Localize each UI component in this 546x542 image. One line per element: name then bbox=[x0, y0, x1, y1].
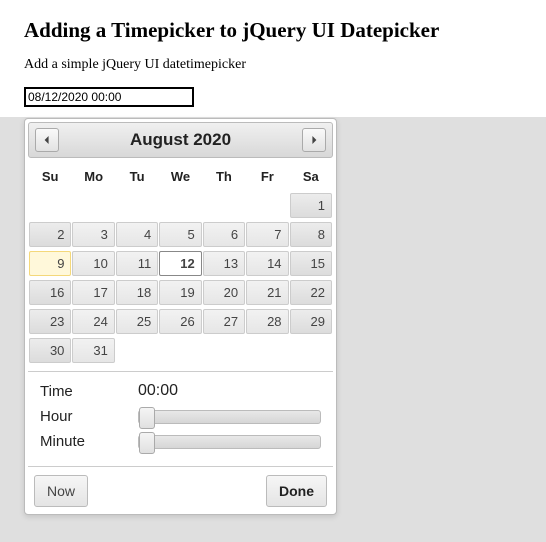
calendar-day[interactable]: 13 bbox=[203, 251, 245, 276]
calendar-day[interactable]: 29 bbox=[290, 309, 332, 334]
calendar-day[interactable]: 27 bbox=[203, 309, 245, 334]
page-subtitle: Add a simple jQuery UI datetimepicker bbox=[24, 57, 522, 73]
calendar-day[interactable]: 5 bbox=[159, 222, 201, 247]
calendar-day[interactable]: 9 bbox=[29, 251, 71, 276]
calendar-day[interactable]: 19 bbox=[159, 280, 201, 305]
calendar-day[interactable]: 28 bbox=[246, 309, 288, 334]
calendar-day[interactable]: 7 bbox=[246, 222, 288, 247]
datetimepicker: August 2020 SuMoTuWeThFrSa 1234567891011… bbox=[24, 118, 337, 515]
calendar-day[interactable]: 3 bbox=[72, 222, 114, 247]
calendar-day[interactable]: 10 bbox=[72, 251, 114, 276]
calendar-day[interactable]: 17 bbox=[72, 280, 114, 305]
calendar-day[interactable]: 18 bbox=[116, 280, 158, 305]
calendar-day[interactable]: 8 bbox=[290, 222, 332, 247]
dow-header: Mo bbox=[72, 163, 114, 190]
calendar-day[interactable]: 14 bbox=[246, 251, 288, 276]
time-value: 00:00 bbox=[138, 382, 178, 400]
page-title: Adding a Timepicker to jQuery UI Datepic… bbox=[24, 18, 522, 43]
calendar-day[interactable]: 1 bbox=[290, 193, 332, 218]
dow-header: Su bbox=[29, 163, 71, 190]
minute-slider[interactable] bbox=[138, 435, 321, 449]
hour-slider-handle[interactable] bbox=[139, 407, 155, 429]
calendar-day[interactable]: 21 bbox=[246, 280, 288, 305]
prev-month-button[interactable] bbox=[35, 128, 59, 152]
calendar-grid: SuMoTuWeThFrSa 1234567891011121314151617… bbox=[28, 162, 333, 365]
calendar-day[interactable]: 31 bbox=[72, 338, 114, 363]
hour-slider[interactable] bbox=[138, 410, 321, 424]
calendar-day[interactable]: 24 bbox=[72, 309, 114, 334]
chevron-left-icon bbox=[43, 131, 51, 149]
calendar-day[interactable]: 11 bbox=[116, 251, 158, 276]
dow-header: Fr bbox=[246, 163, 288, 190]
hour-label: Hour bbox=[40, 408, 138, 425]
time-panel: Time 00:00 Hour Minute bbox=[28, 371, 333, 460]
done-button[interactable]: Done bbox=[266, 475, 327, 507]
minute-label: Minute bbox=[40, 433, 138, 450]
calendar-day[interactable]: 22 bbox=[290, 280, 332, 305]
time-label: Time bbox=[40, 383, 138, 400]
button-row: Now Done bbox=[28, 466, 333, 511]
calendar-day[interactable]: 12 bbox=[159, 251, 201, 276]
minute-slider-handle[interactable] bbox=[139, 432, 155, 454]
calendar-day[interactable]: 25 bbox=[116, 309, 158, 334]
dow-header: Sa bbox=[290, 163, 332, 190]
dow-header: Tu bbox=[116, 163, 158, 190]
chevron-right-icon bbox=[310, 131, 318, 149]
calendar-day[interactable]: 6 bbox=[203, 222, 245, 247]
calendar-day[interactable]: 15 bbox=[290, 251, 332, 276]
calendar-day[interactable]: 26 bbox=[159, 309, 201, 334]
dow-header: We bbox=[159, 163, 201, 190]
calendar-title: August 2020 bbox=[130, 130, 231, 150]
calendar-day[interactable]: 30 bbox=[29, 338, 71, 363]
calendar-header: August 2020 bbox=[28, 122, 333, 158]
datetime-input[interactable] bbox=[24, 87, 194, 107]
calendar-day[interactable]: 20 bbox=[203, 280, 245, 305]
dow-header: Th bbox=[203, 163, 245, 190]
now-button[interactable]: Now bbox=[34, 475, 88, 507]
next-month-button[interactable] bbox=[302, 128, 326, 152]
calendar-day[interactable]: 4 bbox=[116, 222, 158, 247]
calendar-day[interactable]: 16 bbox=[29, 280, 71, 305]
calendar-day[interactable]: 23 bbox=[29, 309, 71, 334]
calendar-day[interactable]: 2 bbox=[29, 222, 71, 247]
